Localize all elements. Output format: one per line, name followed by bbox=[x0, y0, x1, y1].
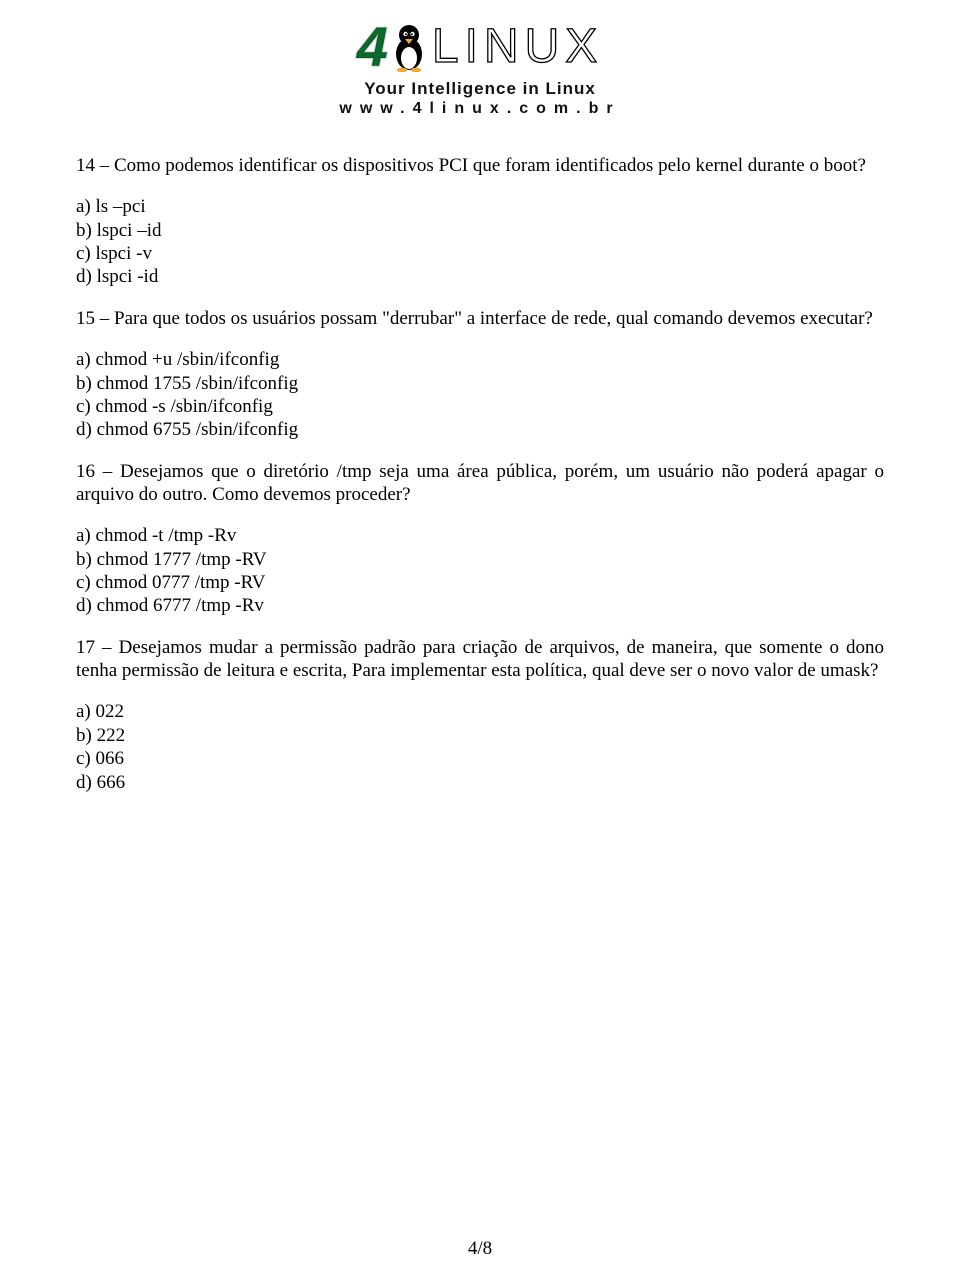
q15-option-b: b) chmod 1755 /sbin/ifconfig bbox=[76, 372, 884, 395]
q16-option-c: c) chmod 0777 /tmp -RV bbox=[76, 571, 884, 594]
logo-url: www.4linux.com.br bbox=[76, 100, 884, 118]
q15-option-c: c) chmod -s /sbin/ifconfig bbox=[76, 395, 884, 418]
q14-option-a: a) ls –pci bbox=[76, 195, 884, 218]
question-16-text: 16 – Desejamos que o diretório /tmp seja… bbox=[76, 460, 884, 507]
q17-option-d: d) 666 bbox=[76, 771, 884, 794]
q17-option-c: c) 066 bbox=[76, 747, 884, 770]
question-17-options: a) 022 b) 222 c) 066 d) 666 bbox=[76, 700, 884, 793]
question-15-text: 15 – Para que todos os usuários possam "… bbox=[76, 307, 884, 330]
q16-option-d: d) chmod 6777 /tmp -Rv bbox=[76, 594, 884, 617]
q16-option-b: b) chmod 1777 /tmp -RV bbox=[76, 548, 884, 571]
question-17-text: 17 – Desejamos mudar a permissão padrão … bbox=[76, 636, 884, 683]
page-number: 4/8 bbox=[0, 1238, 960, 1260]
penguin-icon bbox=[392, 22, 426, 72]
logo-row: 4 LINUX bbox=[76, 14, 884, 79]
q16-option-a: a) chmod -t /tmp -Rv bbox=[76, 524, 884, 547]
question-14-options: a) ls –pci b) lspci –id c) lspci -v d) l… bbox=[76, 195, 884, 288]
q17-option-b: b) 222 bbox=[76, 724, 884, 747]
logo-linux-text: LINUX bbox=[432, 19, 603, 74]
q14-option-d: d) lspci -id bbox=[76, 265, 884, 288]
q15-option-d: d) chmod 6755 /sbin/ifconfig bbox=[76, 418, 884, 441]
question-16-options: a) chmod -t /tmp -Rv b) chmod 1777 /tmp … bbox=[76, 524, 884, 617]
logo-tagline: Your Intelligence in Linux bbox=[76, 79, 884, 99]
question-15-options: a) chmod +u /sbin/ifconfig b) chmod 1755… bbox=[76, 348, 884, 441]
q17-option-a: a) 022 bbox=[76, 700, 884, 723]
question-14-text: 14 – Como podemos identificar os disposi… bbox=[76, 154, 884, 177]
logo-4-glyph: 4 bbox=[357, 14, 386, 79]
header-logo-block: 4 LINUX Your Intelligence in Linux www. bbox=[76, 14, 884, 118]
q15-option-a: a) chmod +u /sbin/ifconfig bbox=[76, 348, 884, 371]
content: 14 – Como podemos identificar os disposi… bbox=[76, 154, 884, 794]
q14-option-b: b) lspci –id bbox=[76, 219, 884, 242]
page: 4 LINUX Your Intelligence in Linux www. bbox=[0, 0, 960, 1280]
q14-option-c: c) lspci -v bbox=[76, 242, 884, 265]
